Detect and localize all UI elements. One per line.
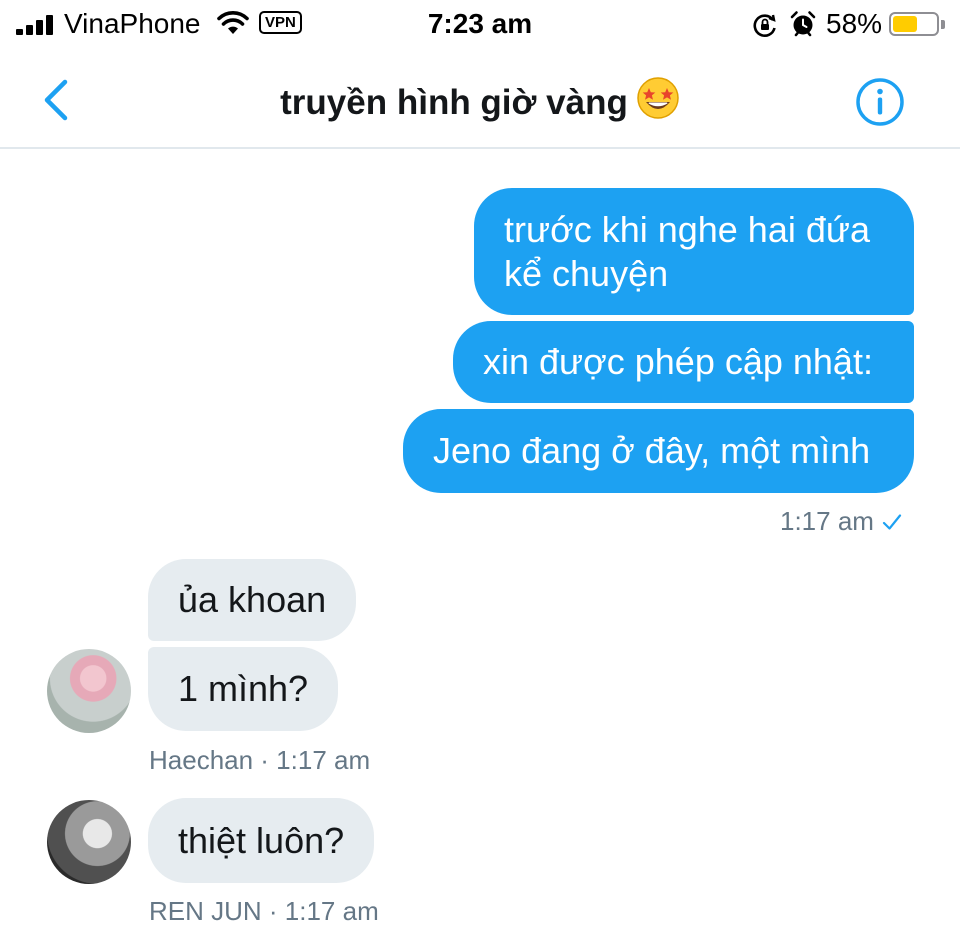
avatar-haechan[interactable] <box>47 649 131 733</box>
outgoing-message[interactable]: trước khi nghe hai đứa kể chuyện <box>474 188 914 315</box>
star-struck-emoji <box>637 77 679 119</box>
avatar-renjun[interactable] <box>47 800 131 884</box>
battery-icon <box>889 12 939 36</box>
sender-meta-renjun: REN JUN · 1:17 am <box>149 896 379 926</box>
conversation-title: truyền hình giờ vàng <box>0 76 960 123</box>
incoming-message[interactable]: thiệt luôn? <box>148 798 375 883</box>
battery-percent: 58% <box>826 8 883 39</box>
incoming-message[interactable]: ủa khoan <box>148 559 357 641</box>
incoming-message[interactable]: 1 mình? <box>148 647 339 731</box>
outgoing-message[interactable]: Jeno đang ở đây, một mình <box>403 409 914 493</box>
battery-tip <box>941 20 945 29</box>
rotation-lock-icon <box>753 14 776 37</box>
outgoing-timestamp: 1:17 am <box>780 506 902 537</box>
outgoing-message[interactable]: xin được phép cập nhật: <box>453 321 914 403</box>
timestamp-text: 1:17 am <box>780 506 874 536</box>
sender-meta-haechan: Haechan · 1:17 am <box>149 745 371 775</box>
sent-check-icon <box>882 514 902 530</box>
conversation-header: truyền hình giờ vàng <box>0 50 960 149</box>
status-bar: VinaPhone VPN 7:23 am 58% <box>0 0 960 50</box>
alarm-icon <box>790 11 816 37</box>
info-icon[interactable] <box>855 77 905 127</box>
title-text: truyền hình giờ vàng <box>280 83 628 122</box>
battery-fill <box>893 16 918 32</box>
